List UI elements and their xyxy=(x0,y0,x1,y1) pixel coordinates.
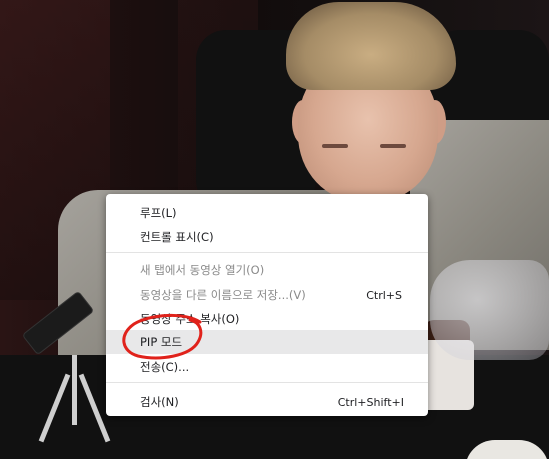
eye-right xyxy=(380,144,406,148)
menu-item-label: 전송(C)... xyxy=(140,360,190,374)
menu-item-label: 동영상 주소 복사(O) xyxy=(140,312,240,326)
menu-item-copy-video-address[interactable]: 동영상 주소 복사(O) xyxy=(106,307,428,331)
tripod-leg-center xyxy=(72,355,77,425)
hair xyxy=(286,2,456,90)
menu-separator xyxy=(106,252,428,253)
menu-item-save-video-as[interactable]: 동영상을 다른 이름으로 저장...(V) Ctrl+S xyxy=(106,283,428,307)
menu-item-label: PIP 모드 xyxy=(140,335,183,349)
menu-item-cast[interactable]: 전송(C)... xyxy=(106,355,428,379)
menu-item-inspect[interactable]: 검사(N) Ctrl+Shift+I xyxy=(106,390,428,414)
plastic-glove xyxy=(430,260,549,360)
menu-item-shortcut: Ctrl+Shift+I xyxy=(337,395,404,409)
eye-left xyxy=(322,144,348,148)
context-menu: 루프(L) 컨트롤 표시(C) 새 탭에서 동영상 열기(O) 동영상을 다른 … xyxy=(106,194,428,416)
menu-item-label: 검사(N) xyxy=(140,395,179,409)
menu-item-loop[interactable]: 루프(L) xyxy=(106,201,428,225)
menu-separator xyxy=(106,382,428,383)
menu-item-label: 동영상을 다른 이름으로 저장...(V) xyxy=(140,288,306,302)
menu-item-open-video-new-tab[interactable]: 새 탭에서 동영상 열기(O) xyxy=(106,258,428,282)
menu-item-show-controls[interactable]: 컨트롤 표시(C) xyxy=(106,225,428,249)
menu-item-pip-mode[interactable]: PIP 모드 xyxy=(106,330,428,354)
menu-item-label: 루프(L) xyxy=(140,206,177,220)
menu-item-label: 컨트롤 표시(C) xyxy=(140,230,214,244)
menu-item-shortcut: Ctrl+S xyxy=(366,288,402,302)
menu-item-label: 새 탭에서 동영상 열기(O) xyxy=(140,263,265,277)
